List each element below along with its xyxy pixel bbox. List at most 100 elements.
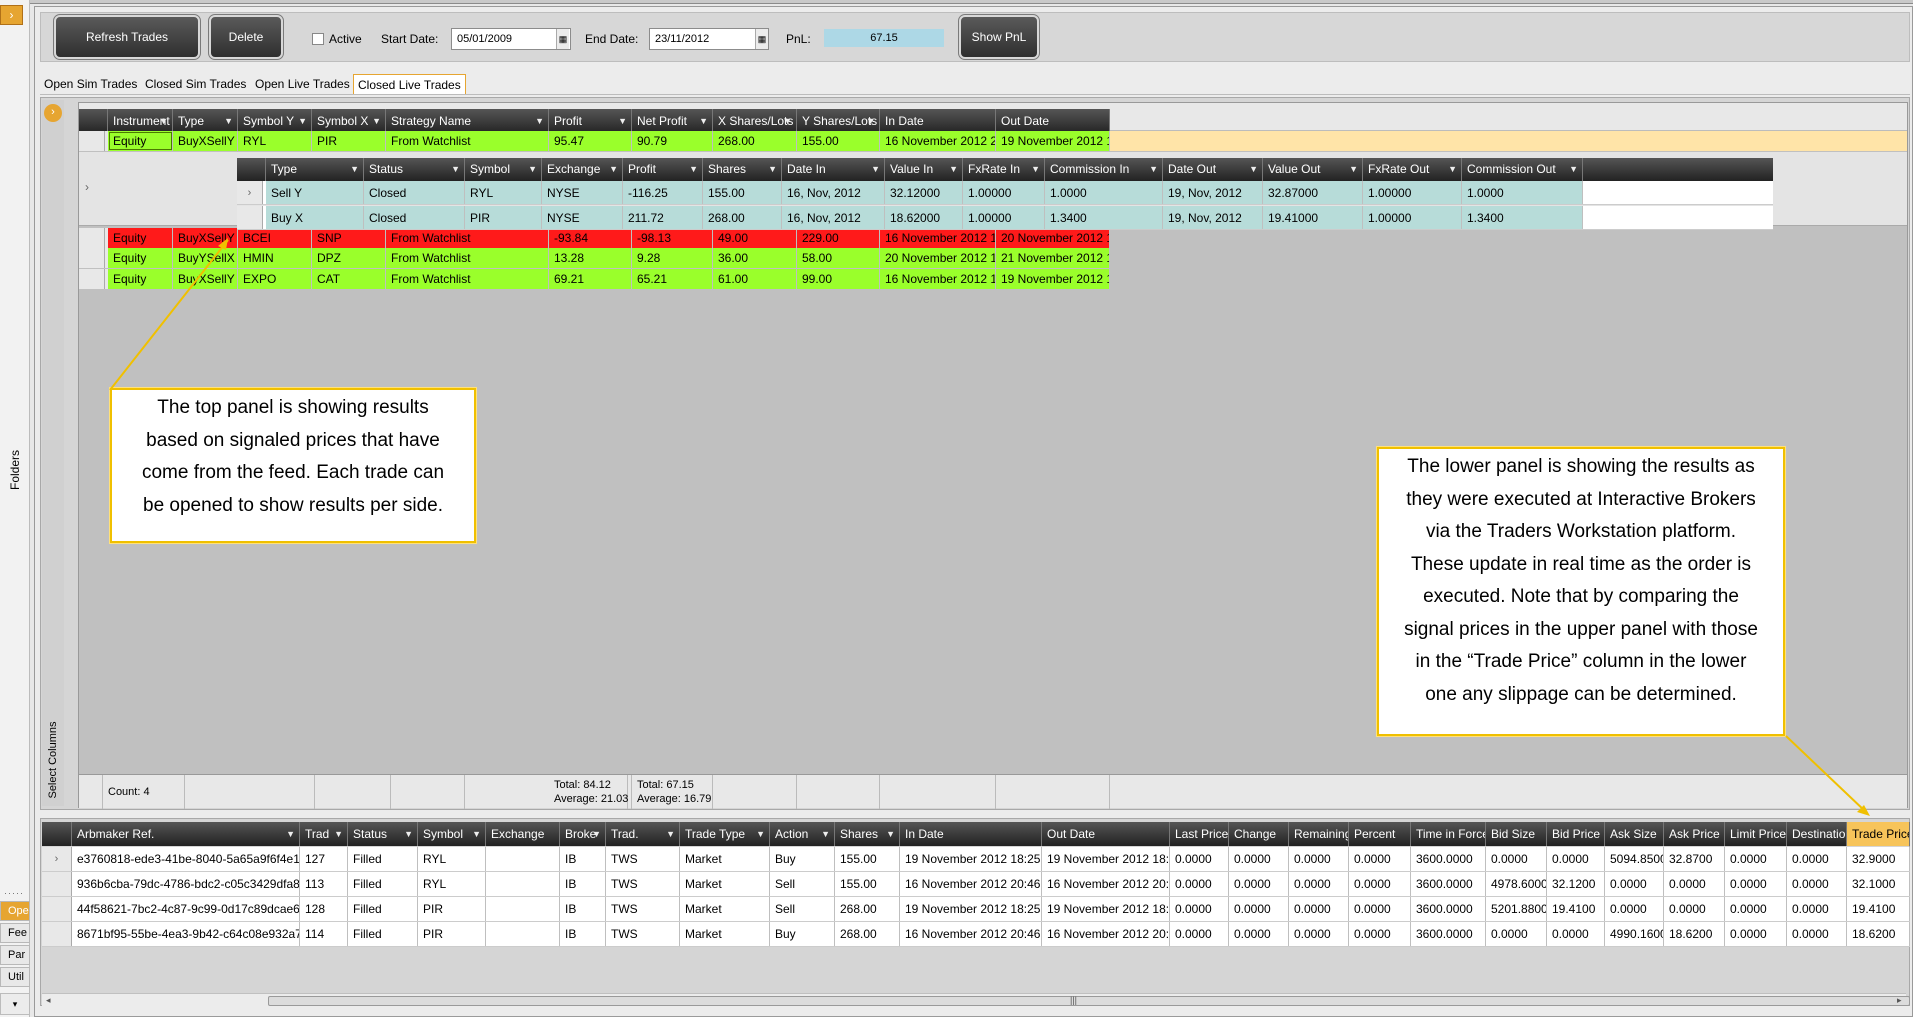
start-date-field[interactable]: 05/01/2009 (451, 28, 571, 50)
filter-icon[interactable]: ▼ (528, 158, 537, 181)
column-header-ask-price[interactable]: Ask Price (1664, 822, 1725, 846)
detail-header-commission-out[interactable]: Commission Out ▼ (1462, 158, 1583, 181)
filter-icon[interactable]: ▼ (886, 822, 895, 846)
left-tab-ope[interactable]: Ope (0, 901, 30, 921)
left-tab-fee[interactable]: Fee (0, 923, 30, 943)
column-header-exchange[interactable]: Exchange (486, 822, 560, 846)
column-header-ask-size[interactable]: Ask Size (1605, 822, 1664, 846)
filter-icon[interactable]: ▼ (1249, 158, 1258, 181)
column-header-symbol[interactable]: Symbol ▼ (418, 822, 486, 846)
filter-icon[interactable]: ▼ (821, 822, 830, 846)
filter-icon[interactable]: ▼ (609, 158, 618, 181)
detail-header-status[interactable]: Status ▼ (364, 158, 465, 181)
filter-icon[interactable]: ▼ (1149, 158, 1158, 181)
order-row[interactable]: › e3760818-ede3-41be-8040-5a65a9f6f4e1 127… (42, 847, 1910, 872)
column-header-arbmaker-ref[interactable]: Arbmaker Ref. ▼ (72, 822, 300, 846)
column-header-label: Exchange (491, 827, 545, 841)
filter-icon[interactable]: ▼ (286, 822, 295, 846)
detail-header-fxrate-out[interactable]: FxRate Out ▼ (1363, 158, 1462, 181)
order-row[interactable]: 936b6cba-79dc-4786-bdc2-c05c3429dfa8 113 F… (42, 872, 1910, 897)
filter-icon[interactable]: ▼ (768, 158, 777, 181)
column-header-last-price[interactable]: Last Price (1170, 822, 1229, 846)
detail-header-date-out[interactable]: Date Out ▼ (1163, 158, 1263, 181)
end-date-field[interactable]: 23/11/2012 (649, 28, 769, 50)
detail-header-shares[interactable]: Shares ▼ (703, 158, 782, 181)
detail-row[interactable]: › Sell Y Closed RYL NYSE -116.25 155.00 16, Nov… (237, 181, 1773, 205)
column-header-in-date[interactable]: In Date (900, 822, 1042, 846)
scroll-right-icon[interactable]: ▸ (1897, 995, 1902, 1006)
tab-open-live-trades[interactable]: Open Live Trades (251, 74, 354, 94)
scrollbar-thumb[interactable] (268, 996, 1910, 1006)
filter-icon[interactable]: ▼ (949, 158, 958, 181)
column-header-trad[interactable]: Trad. ▼ (606, 822, 680, 846)
column-header-broke[interactable]: Broke ▼ (560, 822, 606, 846)
filter-icon[interactable]: ▼ (1569, 158, 1578, 181)
column-header-time-in-force[interactable]: Time in Force (1411, 822, 1486, 846)
expand-toggle-icon[interactable]: › (0, 5, 23, 25)
column-header-change[interactable]: Change (1229, 822, 1289, 846)
column-header-bid-price[interactable]: Bid Price (1547, 822, 1605, 846)
detail-row[interactable]: Buy X Closed PIR NYSE 211.72 268.00 16, Nov, 2… (237, 206, 1773, 230)
cell-change: 0.0000 (1229, 872, 1289, 896)
column-header-destination[interactable]: Destination (1787, 822, 1847, 846)
detail-header-fxrate-in[interactable]: FxRate In ▼ (963, 158, 1045, 181)
trade-row[interactable]: ⊞EquityBuyYSellXHMINDPZFrom Watchlist13.… (79, 248, 1110, 268)
column-header-bid-size[interactable]: Bid Size (1486, 822, 1547, 846)
left-tab-par[interactable]: Par (0, 945, 30, 965)
column-header-trad[interactable]: Trad ▼ (300, 822, 348, 846)
active-checkbox[interactable] (312, 33, 324, 45)
filter-icon[interactable]: ▼ (1448, 158, 1457, 181)
refresh-trades-button[interactable]: Refresh Trades (53, 14, 201, 60)
filter-icon[interactable]: ▼ (404, 822, 413, 846)
show-pnl-button[interactable]: Show PnL (958, 14, 1040, 60)
filter-icon[interactable]: ▼ (592, 822, 601, 846)
detail-header-exchange[interactable]: Exchange ▼ (542, 158, 623, 181)
delete-button[interactable]: Delete (208, 14, 284, 60)
column-header-status[interactable]: Status ▼ (348, 822, 418, 846)
select-columns-tab[interactable]: Select Columns (42, 720, 64, 800)
column-header-limit-price[interactable]: Limit Price (1725, 822, 1787, 846)
trade-row[interactable]: ⊟EquityBuyXSellYRYLPIRFrom Watchlist95.4… (79, 131, 1110, 151)
cell-last-price: 0.0000 (1170, 897, 1229, 921)
splitter-grip-icon[interactable]: ····· (4, 888, 26, 898)
order-row[interactable]: 44f58621-7bc2-4c87-9c99-0d17c89dcae6 128 F… (42, 897, 1910, 922)
detail-header-symbol[interactable]: Symbol ▼ (465, 158, 542, 181)
detail-header-value-out[interactable]: Value Out ▼ (1263, 158, 1363, 181)
filter-icon[interactable]: ▼ (756, 822, 765, 846)
folders-pane-tab[interactable]: Folders (0, 420, 30, 520)
column-header-percent[interactable]: Percent (1349, 822, 1411, 846)
scroll-left-icon[interactable]: ◂ (46, 995, 51, 1006)
tab-closed-sim-trades[interactable]: Closed Sim Trades (141, 74, 250, 94)
start-date-calendar-icon[interactable]: ▦ (556, 29, 569, 49)
order-row[interactable]: 8671bf95-55be-4ea3-9b42-c64c08e932a7 114 F… (42, 922, 1910, 947)
column-header-out-date[interactable]: Out Date (1042, 822, 1170, 846)
detail-header-type[interactable]: Type ▼ (266, 158, 364, 181)
overflow-menu-icon[interactable]: ▾ (0, 993, 30, 1015)
detail-header-value-in[interactable]: Value In ▼ (885, 158, 963, 181)
filter-icon[interactable]: ▼ (666, 822, 675, 846)
end-date-calendar-icon[interactable]: ▦ (755, 29, 768, 49)
filter-icon[interactable]: ▼ (689, 158, 698, 181)
detail-header-date-in[interactable]: Date In ▼ (782, 158, 885, 181)
column-header-action[interactable]: Action ▼ (770, 822, 835, 846)
detail-header-commission-in[interactable]: Commission In ▼ (1045, 158, 1163, 181)
column-header-trade-type[interactable]: Trade Type ▼ (680, 822, 770, 846)
detail-cell-date-in: 16, Nov, 2012 (782, 181, 885, 204)
filter-icon[interactable]: ▼ (334, 822, 343, 846)
detail-header-profit[interactable]: Profit ▼ (623, 158, 703, 181)
left-tab-util[interactable]: Util (0, 967, 30, 987)
filter-icon[interactable]: ▼ (1031, 158, 1040, 181)
column-header-shares[interactable]: Shares ▼ (835, 822, 900, 846)
select-columns-toggle-icon[interactable]: › (44, 104, 62, 122)
filter-icon[interactable]: ▼ (871, 158, 880, 181)
column-header-remaining[interactable]: Remaining (1289, 822, 1349, 846)
filter-icon[interactable]: ▼ (472, 822, 481, 846)
tab-closed-live-trades[interactable]: Closed Live Trades (353, 74, 466, 94)
filter-icon[interactable]: ▼ (350, 158, 359, 181)
column-header-trade-price[interactable]: Trade Price (1847, 822, 1910, 846)
trade-row[interactable]: ⊞EquityBuyXSellYBCEISNPFrom Watchlist-93… (79, 228, 1110, 248)
tab-open-sim-trades[interactable]: Open Sim Trades (40, 74, 141, 94)
trade-row[interactable]: ⊞EquityBuyXSellYEXPOCATFrom Watchlist69.… (79, 269, 1110, 289)
filter-icon[interactable]: ▼ (1349, 158, 1358, 181)
filter-icon[interactable]: ▼ (451, 158, 460, 181)
